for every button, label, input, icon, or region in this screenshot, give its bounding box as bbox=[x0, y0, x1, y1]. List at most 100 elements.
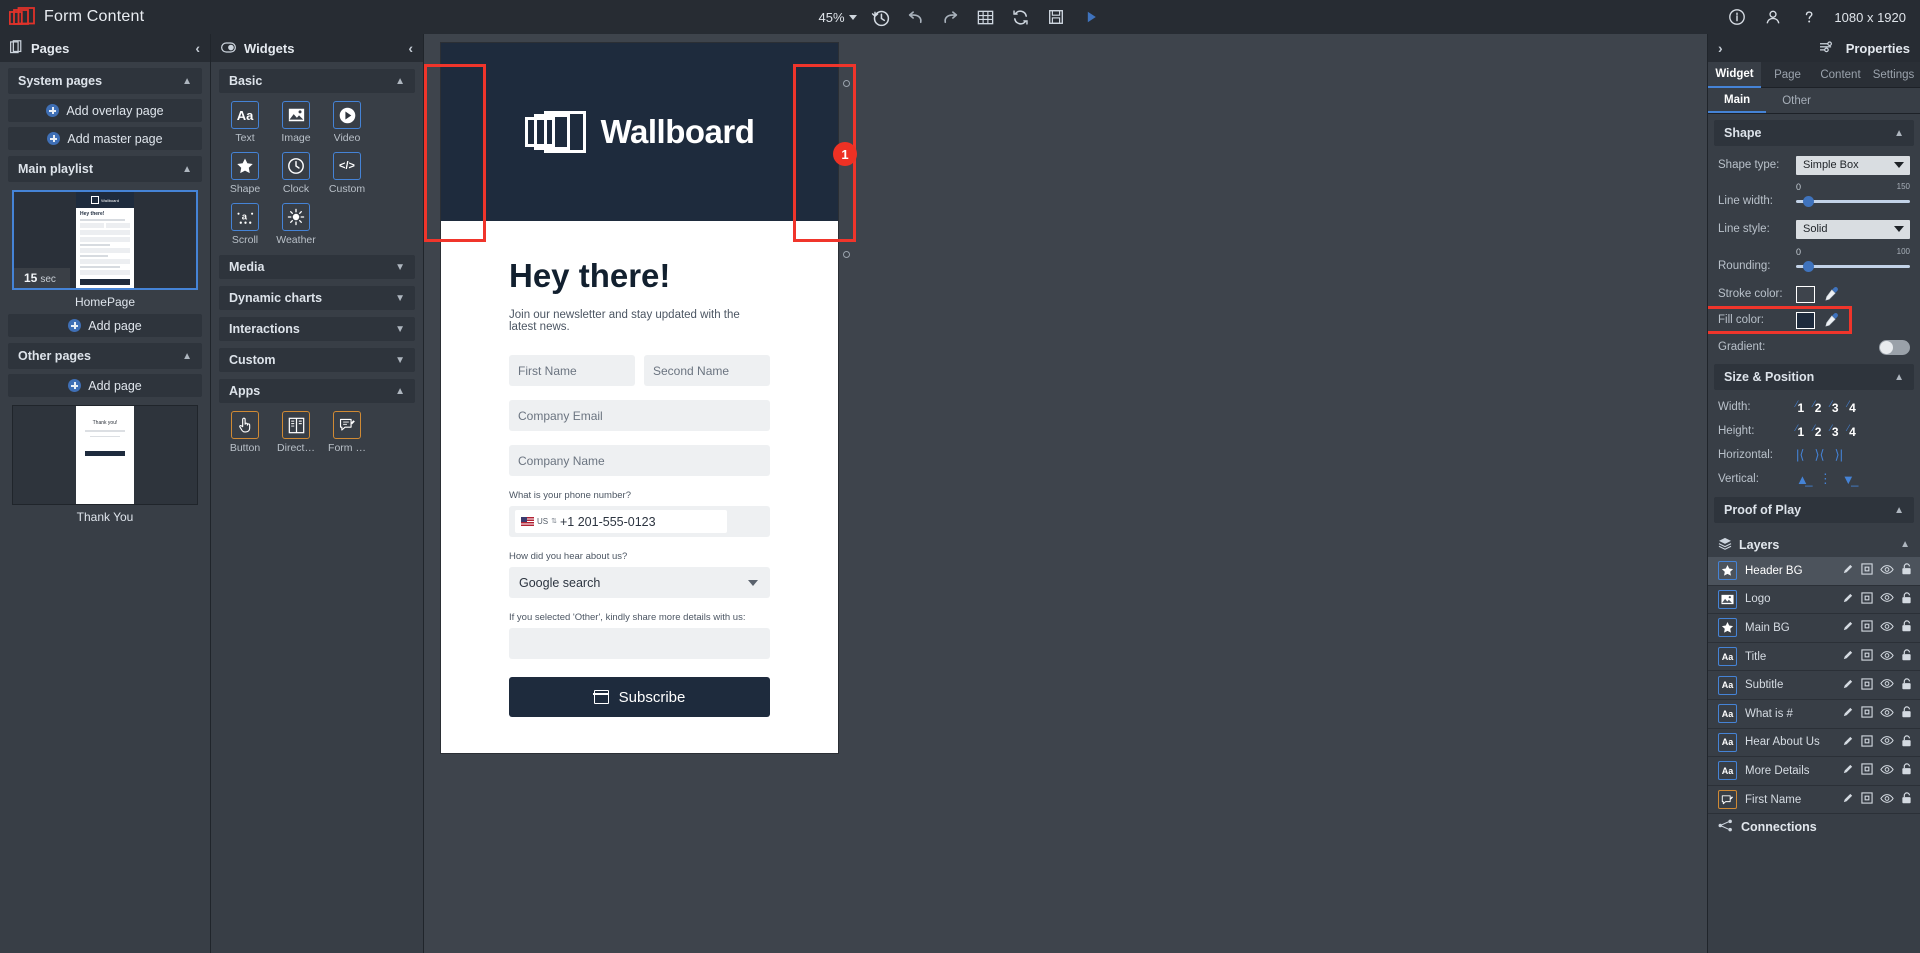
company-name-input[interactable]: Company Name bbox=[509, 445, 770, 476]
widget-shape[interactable]: Shape bbox=[225, 152, 265, 195]
layer-row-what-is[interactable]: Aa What is # bbox=[1708, 700, 1920, 729]
select-frame-icon[interactable] bbox=[1861, 563, 1873, 578]
width-fraction-1[interactable]: ⁄1 bbox=[1796, 399, 1804, 415]
unlock-icon[interactable] bbox=[1901, 792, 1912, 807]
height-fraction-1[interactable]: ⁄1 bbox=[1796, 423, 1804, 439]
eye-visibility-icon[interactable] bbox=[1880, 678, 1894, 692]
select-frame-icon[interactable] bbox=[1861, 678, 1873, 693]
layer-row-main-bg[interactable]: Main BG bbox=[1708, 614, 1920, 643]
add-overlay-page-button[interactable]: Add overlay page bbox=[8, 99, 202, 122]
eye-visibility-icon[interactable] bbox=[1880, 735, 1894, 749]
phone-input[interactable]: US ⇅ +1 201-555-0123 bbox=[515, 510, 727, 533]
undo-icon[interactable] bbox=[905, 6, 927, 28]
add-page-main-playlist-button[interactable]: Add page bbox=[8, 314, 202, 337]
edit-pencil-icon[interactable] bbox=[1842, 763, 1854, 778]
layer-row-hear-about-us[interactable]: Aa Hear About Us bbox=[1708, 729, 1920, 758]
widget-text[interactable]: Aa Text bbox=[225, 101, 265, 144]
unlock-icon[interactable] bbox=[1901, 678, 1912, 693]
unlock-icon[interactable] bbox=[1901, 649, 1912, 664]
layer-row-more-details[interactable]: Aa More Details bbox=[1708, 757, 1920, 786]
align-left-icon[interactable]: |⟨ bbox=[1796, 447, 1804, 463]
section-system-pages[interactable]: System pages ▲ bbox=[8, 68, 202, 94]
unlock-icon[interactable] bbox=[1901, 563, 1912, 578]
width-fraction-4[interactable]: ⁄4 bbox=[1848, 399, 1856, 415]
widget-category-apps[interactable]: Apps ▲ bbox=[219, 379, 415, 403]
unlock-icon[interactable] bbox=[1901, 620, 1912, 635]
unlock-icon[interactable] bbox=[1901, 735, 1912, 750]
widget-category-dynamic-charts[interactable]: Dynamic charts ▼ bbox=[219, 286, 415, 310]
section-shape[interactable]: Shape ▲ bbox=[1714, 120, 1914, 146]
select-frame-icon[interactable] bbox=[1861, 792, 1873, 807]
select-frame-icon[interactable] bbox=[1861, 763, 1873, 778]
edit-pencil-icon[interactable] bbox=[1842, 649, 1854, 664]
stroke-color-swatch[interactable] bbox=[1796, 285, 1815, 303]
section-proof-of-play[interactable]: Proof of Play ▲ bbox=[1714, 497, 1914, 523]
edit-pencil-icon[interactable] bbox=[1842, 563, 1854, 578]
subtab-other[interactable]: Other bbox=[1766, 88, 1827, 113]
width-fraction-2[interactable]: ⁄2 bbox=[1813, 399, 1821, 415]
eye-visibility-icon[interactable] bbox=[1880, 707, 1894, 721]
widget-clock[interactable]: Clock bbox=[276, 152, 316, 195]
edit-pencil-icon[interactable] bbox=[1842, 792, 1854, 807]
select-frame-icon[interactable] bbox=[1861, 592, 1873, 607]
widget-category-media[interactable]: Media ▼ bbox=[219, 255, 415, 279]
widget-app-directory[interactable]: Direct… bbox=[276, 411, 316, 454]
widget-category-interactions[interactable]: Interactions ▼ bbox=[219, 317, 415, 341]
page-thumbnail-thankyou[interactable]: Thank you! bbox=[12, 405, 198, 505]
line-style-select[interactable]: Solid bbox=[1796, 219, 1910, 239]
widget-custom[interactable]: </> Custom bbox=[327, 152, 367, 195]
layer-row-logo[interactable]: Logo bbox=[1708, 586, 1920, 615]
tab-page[interactable]: Page bbox=[1761, 62, 1814, 88]
canvas-area[interactable]: Wallboard Hey there! Join our newsletter… bbox=[424, 34, 1707, 953]
eye-visibility-icon[interactable] bbox=[1880, 592, 1894, 606]
slider-handle[interactable] bbox=[1803, 260, 1814, 272]
company-email-input[interactable]: Company Email bbox=[509, 400, 770, 431]
height-fraction-4[interactable]: ⁄4 bbox=[1848, 423, 1856, 439]
info-icon[interactable] bbox=[1726, 6, 1748, 28]
chevron-right-icon[interactable]: › bbox=[1718, 40, 1723, 56]
widget-scroll[interactable]: a Scroll bbox=[225, 203, 265, 246]
align-bottom-icon[interactable]: ▼̲ bbox=[1842, 472, 1855, 487]
eye-visibility-icon[interactable] bbox=[1880, 764, 1894, 778]
widget-weather[interactable]: Weather bbox=[276, 203, 316, 246]
page-thumbnail-homepage[interactable]: Wallboard Hey there! 15 sec bbox=[12, 190, 198, 290]
height-fraction-3[interactable]: ⁄3 bbox=[1830, 423, 1838, 439]
canvas-header-bg[interactable]: Wallboard bbox=[441, 43, 838, 221]
edit-pencil-icon[interactable] bbox=[1842, 706, 1854, 721]
zoom-level-dropdown[interactable]: 45% bbox=[818, 10, 857, 25]
subscribe-button[interactable]: Subscribe bbox=[509, 677, 770, 717]
widget-app-form[interactable]: Form … bbox=[327, 411, 367, 454]
help-icon[interactable] bbox=[1798, 6, 1820, 28]
save-icon[interactable] bbox=[1045, 6, 1067, 28]
play-icon[interactable] bbox=[1080, 6, 1102, 28]
tab-content[interactable]: Content bbox=[1814, 62, 1867, 88]
anchor-handle-top[interactable] bbox=[843, 80, 850, 87]
design-stage[interactable]: Wallboard Hey there! Join our newsletter… bbox=[424, 43, 856, 753]
first-name-input[interactable]: First Name bbox=[509, 355, 635, 386]
redo-icon[interactable] bbox=[940, 6, 962, 28]
unlock-icon[interactable] bbox=[1901, 592, 1912, 607]
grid-icon[interactable] bbox=[975, 6, 997, 28]
unlock-icon[interactable] bbox=[1901, 763, 1912, 778]
playlist-page-item[interactable]: Wallboard Hey there! 15 sec HomePage bbox=[12, 190, 198, 309]
section-size-position[interactable]: Size & Position ▲ bbox=[1714, 364, 1914, 390]
eye-visibility-icon[interactable] bbox=[1880, 621, 1894, 635]
select-frame-icon[interactable] bbox=[1861, 649, 1873, 664]
history-icon[interactable] bbox=[870, 6, 892, 28]
widget-category-basic[interactable]: Basic ▲ bbox=[219, 69, 415, 93]
gradient-toggle[interactable] bbox=[1879, 339, 1910, 355]
select-frame-icon[interactable] bbox=[1861, 706, 1873, 721]
edit-pencil-icon[interactable] bbox=[1842, 678, 1854, 693]
align-center-h-icon[interactable]: ⟩⟨ bbox=[1814, 447, 1824, 463]
widget-image[interactable]: Image bbox=[276, 101, 316, 144]
shape-type-select[interactable]: Simple Box bbox=[1796, 155, 1910, 175]
user-icon[interactable] bbox=[1762, 6, 1784, 28]
select-frame-icon[interactable] bbox=[1861, 620, 1873, 635]
widget-video[interactable]: Video bbox=[327, 101, 367, 144]
phone-input-wrapper[interactable]: US ⇅ +1 201-555-0123 bbox=[509, 506, 770, 537]
width-fraction-3[interactable]: ⁄3 bbox=[1830, 399, 1838, 415]
anchor-handle-bottom[interactable] bbox=[843, 251, 850, 258]
widget-app-button[interactable]: Button bbox=[225, 411, 265, 454]
other-page-item[interactable]: Thank you! Thank You bbox=[12, 405, 198, 524]
layers-section-header[interactable]: Layers ▲ bbox=[1708, 532, 1920, 557]
